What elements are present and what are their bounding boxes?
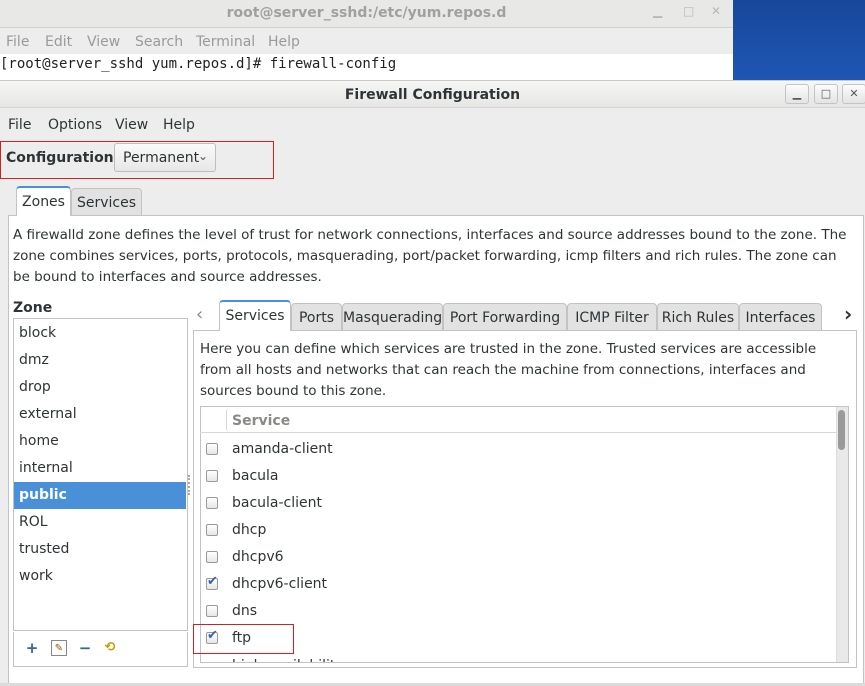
configuration-label: Configuration: [6, 150, 120, 166]
terminal-close-icon[interactable]: ✕ [711, 4, 721, 18]
configuration-dropdown[interactable]: Permanent ⌄ [114, 143, 216, 172]
remove-zone-icon[interactable]: − [77, 640, 93, 656]
tab-services[interactable]: Services [71, 188, 142, 215]
zone-item-public[interactable]: public [14, 482, 186, 509]
zone-item-work[interactable]: work [14, 563, 186, 590]
terminal-prompt-line[interactable]: [root@server_sshd yum.repos.d]# firewall… [0, 56, 396, 72]
services-column-header[interactable] [200, 407, 836, 433]
checkbox-amanda-client[interactable] [206, 443, 218, 455]
zone-item-rol[interactable]: ROL [14, 509, 186, 536]
terminal-window: root@server_sshd:/etc/yum.repos.d ▁ □ ✕ … [0, 0, 733, 90]
checkbox-dhcpv6[interactable] [206, 551, 218, 563]
inner-tab-interfaces[interactable]: Interfaces [739, 303, 822, 330]
tabs-scroll-left-icon[interactable]: ‹ [196, 304, 203, 325]
scrollbar-thumb[interactable] [838, 410, 845, 450]
add-zone-icon[interactable]: + [24, 640, 40, 656]
service-label-bacula-client: bacula-client [232, 495, 323, 511]
configuration-selected-value: Permanent [123, 150, 200, 166]
service-label-dhcp: dhcp [232, 522, 267, 538]
terminal-menu-terminal[interactable]: Terminal [196, 34, 255, 50]
terminal-menu-file[interactable]: File [6, 34, 29, 50]
pane-resize-handle[interactable] [188, 475, 192, 495]
zone-item-dmz[interactable]: dmz [14, 347, 186, 374]
chevron-down-icon: ⌄ [197, 149, 208, 163]
service-label-dhcpv6-client: dhcpv6-client [232, 576, 328, 592]
terminal-menu-search[interactable]: Search [135, 34, 183, 50]
zone-item-external[interactable]: external [14, 401, 186, 428]
inner-tab-rich-rules[interactable]: Rich Rules [657, 303, 739, 330]
tabs-scroll-right-icon[interactable]: › [844, 302, 852, 326]
terminal-title: root@server_sshd:/etc/yum.repos.d [226, 5, 507, 21]
inner-tab-masquerading[interactable]: Masquerading [342, 303, 443, 330]
zone-item-drop[interactable]: drop [14, 374, 186, 401]
zone-item-internal[interactable]: internal [14, 455, 186, 482]
zone-item-home[interactable]: home [14, 428, 186, 455]
load-defaults-icon[interactable]: ⟲ [102, 640, 118, 656]
service-label-dns: dns [232, 603, 258, 619]
service-label-partial: high-availability [232, 658, 344, 662]
inner-tab-port-forwarding[interactable]: Port Forwarding [443, 303, 567, 330]
zone-description: A firewalld zone defines the level of tr… [13, 227, 847, 285]
inner-tab-services[interactable]: Services [219, 300, 291, 331]
terminal-menu-edit[interactable]: Edit [45, 34, 72, 50]
zone-list-header: Zone [13, 300, 53, 316]
services-description: Here you can define which services are t… [200, 341, 817, 399]
checkbox-dns[interactable] [206, 605, 218, 617]
terminal-minimize-icon[interactable]: ▁ [653, 4, 662, 18]
terminal-titlebar: root@server_sshd:/etc/yum.repos.d ▁ □ ✕ [0, 0, 733, 28]
check-icon: ✔ [207, 574, 218, 589]
terminal-menu-view[interactable]: View [87, 34, 120, 50]
checkbox-dhcp[interactable] [206, 524, 218, 536]
inner-tab-icmp-filter[interactable]: ICMP Filter [567, 303, 657, 330]
ftp-highlight-box [193, 624, 294, 654]
checkbox-bacula-client[interactable] [206, 497, 218, 509]
tab-zones[interactable]: Zones [16, 186, 71, 216]
inner-tab-ports[interactable]: Ports [291, 303, 342, 330]
zone-item-block[interactable]: block [14, 320, 186, 347]
desktop-background [733, 0, 865, 80]
edit-zone-icon[interactable]: ✎ [51, 640, 67, 656]
terminal-menu-help[interactable]: Help [268, 34, 300, 50]
service-label-bacula: bacula [232, 468, 279, 484]
checkbox-bacula[interactable] [206, 470, 218, 482]
service-column-title: Service [232, 413, 291, 429]
column-separator [226, 410, 227, 430]
terminal-maximize-icon[interactable]: □ [683, 4, 694, 18]
checkbox-dhcpv6-client[interactable]: ✔ [206, 574, 218, 590]
terminal-menubar: File Edit View Search Terminal Help [0, 28, 733, 54]
service-label-dhcpv6: dhcpv6 [232, 549, 284, 565]
service-label-amanda-client: amanda-client [232, 441, 333, 457]
zone-item-trusted[interactable]: trusted [14, 536, 186, 563]
